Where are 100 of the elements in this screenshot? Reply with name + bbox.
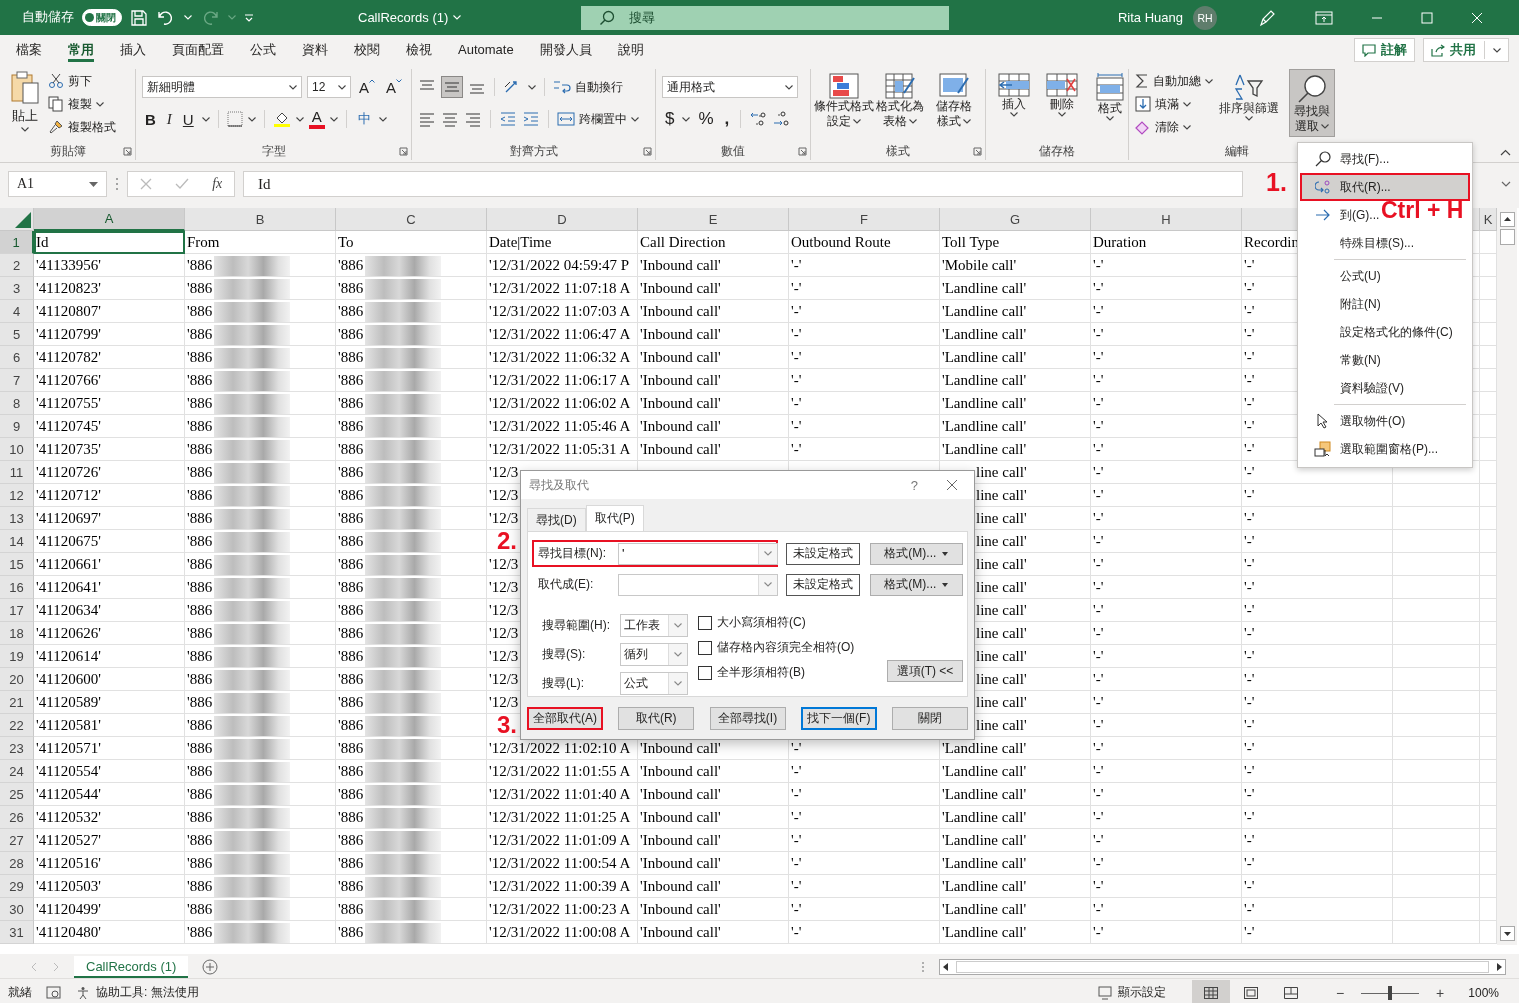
find-select-button[interactable]: 尋找與 選取 — [1289, 69, 1335, 137]
scroll-down-icon[interactable] — [1499, 926, 1515, 941]
row-header[interactable]: 2 — [0, 254, 34, 277]
column-header[interactable]: G — [940, 208, 1091, 231]
format-button[interactable]: 格式(M)... — [869, 573, 963, 596]
ribbon-tab[interactable]: 資料 — [289, 35, 341, 65]
menu-item[interactable]: 設定格式化的條件(C) — [1300, 318, 1459, 346]
autosum-button[interactable]: 自動加總 — [1135, 71, 1213, 91]
menu-item[interactable]: 附註(N) — [1300, 290, 1387, 318]
align-left-icon[interactable] — [418, 110, 436, 128]
row-header[interactable]: 1 — [0, 231, 34, 254]
formula-field[interactable]: Id — [243, 171, 1243, 197]
row-header[interactable]: 26 — [0, 806, 34, 829]
column-header[interactable]: E — [638, 208, 789, 231]
ribbon-tab[interactable]: 頁面配置 — [159, 35, 237, 65]
row-header[interactable]: 29 — [0, 875, 34, 898]
ribbon-tab[interactable]: 開發人員 — [526, 35, 605, 65]
column-header[interactable]: F — [789, 208, 940, 231]
dialog-launcher-icon[interactable] — [399, 147, 408, 156]
styles-button[interactable]: 格式化為 表格 — [875, 69, 925, 129]
row-header[interactable]: 30 — [0, 898, 34, 921]
cells-button[interactable]: 刪除 — [1040, 69, 1084, 117]
menu-item[interactable]: 公式(U) — [1300, 262, 1387, 290]
row-header[interactable]: 15 — [0, 553, 34, 576]
align-right-icon[interactable] — [464, 110, 482, 128]
macro-record-icon[interactable] — [46, 985, 62, 1000]
scroll-up-icon[interactable] — [1499, 212, 1515, 227]
row-header[interactable]: 27 — [0, 829, 34, 852]
cells-button[interactable]: 格式 — [1088, 69, 1132, 121]
row-header[interactable]: 16 — [0, 576, 34, 599]
insert-function-button[interactable]: fx — [212, 176, 223, 192]
user-name[interactable]: Rita Huang — [1117, 10, 1183, 25]
row-header[interactable]: 11 — [0, 461, 34, 484]
format-button[interactable]: 格式(M)... — [869, 542, 963, 565]
cut-button[interactable]: 剪下 — [48, 71, 116, 91]
help-button[interactable]: ? — [910, 477, 918, 493]
zoom-thumb[interactable] — [1388, 985, 1393, 1000]
scroll-thumb[interactable] — [1499, 229, 1515, 245]
window-title[interactable]: CallRecords (1) — [358, 10, 571, 25]
decrease-decimal-icon[interactable] — [772, 110, 791, 128]
dialog-tab[interactable]: 尋找(D) — [527, 508, 586, 531]
dialog-launcher-icon[interactable] — [643, 147, 652, 156]
row-header[interactable]: 21 — [0, 691, 34, 714]
row-header[interactable]: 28 — [0, 852, 34, 875]
row-header[interactable]: 25 — [0, 783, 34, 806]
row-header[interactable]: 6 — [0, 346, 34, 369]
format-painter-button[interactable]: 複製格式 — [48, 117, 116, 137]
shrink-font-button[interactable]: A — [383, 78, 406, 96]
menu-item[interactable]: 尋找(F)... — [1300, 145, 1396, 173]
row-header[interactable]: 24 — [0, 760, 34, 783]
format-preview-button[interactable]: 未設定格式 — [786, 542, 860, 565]
dialog-button[interactable]: 全部尋找(I) — [709, 707, 786, 730]
decrease-indent-icon[interactable] — [499, 110, 517, 128]
currency-button[interactable]: $ — [662, 109, 678, 129]
font-size-field[interactable]: 12 — [307, 76, 351, 98]
fill-color-icon[interactable] — [272, 110, 291, 128]
menu-item[interactable]: 常數(N) — [1300, 346, 1387, 374]
percent-button[interactable]: % — [695, 109, 717, 129]
italic-button[interactable]: I — [163, 110, 175, 128]
row-header[interactable]: 20 — [0, 668, 34, 691]
menu-item[interactable]: 資料驗證(V) — [1300, 374, 1410, 402]
format-preview-button[interactable]: 未設定格式 — [786, 573, 860, 596]
row-header[interactable]: 18 — [0, 622, 34, 645]
option-select[interactable]: 公式 — [620, 672, 688, 695]
column-header[interactable]: B — [185, 208, 336, 231]
row-header[interactable]: 23 — [0, 737, 34, 760]
sheet-tab[interactable]: CallRecords (1) — [74, 956, 189, 978]
sort-filter-button[interactable]: 排序與篩選 — [1217, 69, 1281, 121]
dialog-button[interactable]: 關閉 — [892, 707, 968, 730]
options-button[interactable]: 選項(T) << — [887, 660, 963, 682]
dialog-launcher-icon[interactable] — [973, 147, 982, 156]
font-color-button[interactable]: A — [308, 109, 325, 129]
number-format-field[interactable]: 通用格式 — [662, 76, 798, 98]
horizontal-scrollbar[interactable] — [939, 959, 1506, 975]
row-header[interactable]: 19 — [0, 645, 34, 668]
cells-button[interactable]: 插入 — [992, 69, 1036, 117]
name-box[interactable]: A1 — [8, 171, 107, 197]
phonetic-button[interactable]: 中 — [354, 110, 374, 128]
comma-style-button[interactable]: , — [721, 109, 733, 129]
zoom-out-button[interactable]: − — [1335, 984, 1345, 1001]
row-header[interactable]: 3 — [0, 277, 34, 300]
column-header[interactable]: K — [1480, 208, 1497, 231]
row-header[interactable]: 4 — [0, 300, 34, 323]
row-header[interactable]: 17 — [0, 599, 34, 622]
row-header[interactable]: 14 — [0, 530, 34, 553]
close-icon[interactable] — [946, 479, 958, 491]
ribbon-display-icon[interactable] — [1315, 10, 1333, 25]
row-header[interactable]: 10 — [0, 438, 34, 461]
select-all-icon[interactable] — [15, 212, 31, 228]
checkbox[interactable] — [698, 640, 712, 655]
expand-icon[interactable] — [1501, 181, 1511, 187]
checkbox[interactable] — [698, 665, 712, 680]
display-settings-button[interactable]: 顯示設定 — [1097, 984, 1166, 1001]
maximize-icon[interactable] — [1421, 11, 1433, 24]
option-select[interactable]: 循列 — [620, 643, 688, 666]
comments-button[interactable]: 註解 — [1354, 38, 1415, 62]
bold-button[interactable]: B — [142, 110, 159, 128]
dialog-button[interactable]: 取代(R) — [618, 707, 695, 730]
merge-center-button[interactable]: 跨欄置中 — [557, 109, 639, 129]
search-field[interactable]: 搜尋 — [581, 5, 949, 30]
